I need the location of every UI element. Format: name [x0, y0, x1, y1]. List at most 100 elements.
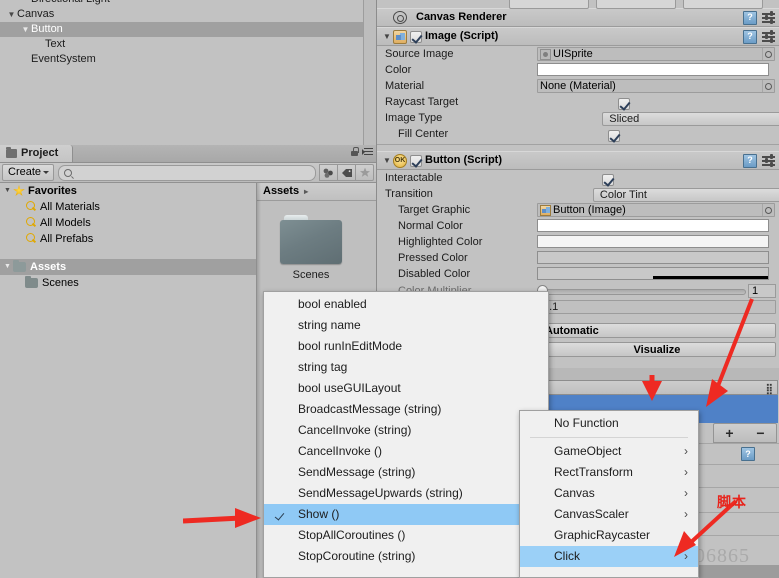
target-graphic-object-field[interactable]: Button (Image) [537, 203, 775, 217]
menu-item[interactable]: BroadcastMessage (string) [264, 399, 548, 420]
event-add-remove-buttons[interactable]: + − [713, 423, 777, 443]
component-header-canvas-renderer[interactable]: Canvas Renderer ? [377, 8, 779, 27]
settings-gear-icon[interactable] [762, 11, 775, 24]
disclosure-triangle-icon[interactable]: ▼ [2, 259, 13, 275]
menu-item[interactable]: string name [264, 315, 548, 336]
menu-item[interactable]: string tag [264, 357, 548, 378]
project-tree-item-all-prefabs[interactable]: All Prefabs [0, 231, 256, 247]
raycast-target-checkbox[interactable] [618, 98, 631, 110]
image-type-dropdown[interactable]: Sliced [602, 112, 779, 126]
hamburger-icon[interactable] [362, 147, 373, 156]
drag-handle-icon[interactable]: ⣿ [766, 382, 773, 397]
project-tree-item-assets[interactable]: ▼ Assets [0, 259, 256, 275]
create-button[interactable]: Create [2, 164, 55, 181]
fold-toggle-image[interactable]: ▼ [381, 28, 393, 45]
tab-project[interactable]: Project [0, 145, 74, 162]
project-tree-item-scenes[interactable]: Scenes [0, 275, 256, 291]
color-swatch[interactable] [537, 63, 769, 76]
fill-center-checkbox[interactable] [608, 130, 621, 142]
filter-by-label-icon[interactable] [337, 164, 356, 181]
hierarchy-item-text[interactable]: Text [0, 37, 376, 52]
object-picker-icon[interactable] [762, 204, 774, 216]
help-icon[interactable]: ? [743, 153, 757, 168]
object-picker-icon[interactable] [762, 80, 774, 92]
menu-item[interactable]: bool runInEditMode [264, 336, 548, 357]
navigation-popup[interactable]: Automatic [538, 323, 776, 338]
interactable-checkbox[interactable] [602, 174, 615, 186]
menu-item[interactable]: Canvas › [520, 483, 698, 504]
fade-duration-field[interactable]: 0.1 [538, 300, 776, 314]
lock-icon[interactable] [351, 147, 359, 156]
menu-item[interactable]: CancelInvoke (string) [264, 420, 548, 441]
partial-field-2[interactable] [596, 0, 676, 9]
event-add-button[interactable]: + [725, 425, 733, 441]
object-picker-icon[interactable] [762, 48, 774, 60]
disclosure-triangle-icon[interactable]: ▼ [20, 22, 31, 37]
menu-item[interactable]: SendMessageUpwards (string) [264, 483, 548, 504]
project-tree-item-all-models[interactable]: All Models [0, 215, 256, 231]
event-remove-button[interactable]: − [756, 425, 764, 441]
disclosure-triangle-icon[interactable]: ▼ [6, 7, 17, 22]
menu-item[interactable]: GraphicRaycaster › [520, 525, 698, 546]
project-tree-item-favorites[interactable]: ▼ Favorites [0, 183, 256, 199]
component-dropdown-menu[interactable]: No Function GameObject › RectTransform › Canv… [519, 410, 699, 578]
hierarchy-item-label: Text [45, 38, 66, 50]
method-dropdown-menu[interactable]: bool enabled string name bool runInEditMod… [263, 291, 549, 578]
asset-item[interactable]: Scenes [275, 215, 347, 281]
menu-item[interactable]: RectTransform › [520, 462, 698, 483]
menu-item[interactable]: SendMessage (string) [264, 462, 548, 483]
menu-item[interactable]: Show () [264, 504, 548, 525]
menu-item[interactable]: bool enabled [264, 294, 548, 315]
menu-item[interactable]: No Function [520, 413, 698, 434]
help-icon[interactable]: ? [743, 29, 757, 44]
menu-item[interactable]: StopCoroutine (string) [264, 546, 548, 567]
component-header-image[interactable]: ▼ Image (Script) ? [377, 27, 779, 46]
project-tree[interactable]: ▼ Favorites All Materials All Models All Pre… [0, 183, 257, 578]
fold-toggle-button[interactable]: ▼ [381, 152, 393, 169]
hierarchy-item-canvas[interactable]: ▼ Canvas [0, 7, 376, 22]
help-icon[interactable]: ? [741, 447, 755, 461]
menu-item[interactable]: bool useGUILayout [264, 378, 548, 399]
menu-item[interactable]: StopAllCoroutines () [264, 525, 548, 546]
menu-item[interactable]: GameObject › [520, 441, 698, 462]
help-icon[interactable]: ? [743, 10, 757, 25]
hierarchy-item-directional-light[interactable]: Directional Light [0, 0, 376, 7]
highlighted-color-swatch[interactable] [537, 235, 769, 248]
component-title: Button (Script) [425, 154, 502, 166]
hierarchy-tree[interactable]: Directional Light▼Canvas▼ButtonText Event… [0, 0, 376, 67]
source-image-object-field[interactable]: UISprite [537, 47, 775, 61]
color-multiplier-value[interactable]: 1 [748, 284, 776, 298]
image-component-icon [393, 29, 407, 44]
favorite-star-icon[interactable] [355, 164, 374, 181]
hierarchy-vertical-scrollbar[interactable] [363, 0, 376, 145]
button-component-icon: OK [393, 153, 407, 168]
project-search-input[interactable] [58, 164, 316, 181]
property-row: Image Type Sliced [377, 110, 779, 126]
component-header-button[interactable]: ▼ OK Button (Script) ? [377, 151, 779, 170]
filter-by-type-icon[interactable] [319, 164, 338, 181]
visualize-button[interactable]: Visualize [538, 342, 776, 357]
menu-item[interactable]: CancelInvoke () [264, 441, 548, 462]
image-enabled-checkbox[interactable] [410, 30, 422, 43]
property-row: Color [377, 62, 779, 78]
hierarchy-item-button[interactable]: ▼ Button [0, 22, 376, 37]
breadcrumb-label[interactable]: Assets [263, 183, 299, 200]
menu-item-label: SendMessage (string) [298, 465, 416, 479]
hierarchy-item-eventsystem[interactable]: EventSystem [0, 52, 376, 67]
project-tree-item-all-materials[interactable]: All Materials [0, 199, 256, 215]
button-enabled-checkbox[interactable] [410, 154, 422, 167]
menu-item[interactable]: CanvasScaler › [520, 504, 698, 525]
menu-item[interactable]: Click › [520, 546, 698, 567]
pressed-color-swatch[interactable] [537, 251, 769, 264]
normal-color-swatch[interactable] [537, 219, 769, 232]
partial-field-3[interactable] [683, 0, 763, 9]
disclosure-triangle-icon[interactable]: ▼ [2, 183, 13, 199]
material-object-field[interactable]: None (Material) [537, 79, 775, 93]
script-annotation-label: 脚本 [717, 495, 747, 511]
disabled-color-swatch[interactable] [537, 267, 769, 280]
transition-dropdown[interactable]: Color Tint [592, 188, 779, 202]
color-multiplier-slider[interactable] [540, 289, 746, 295]
settings-gear-icon[interactable] [762, 154, 775, 167]
partial-field-1[interactable] [509, 0, 589, 9]
settings-gear-icon[interactable] [762, 30, 775, 43]
